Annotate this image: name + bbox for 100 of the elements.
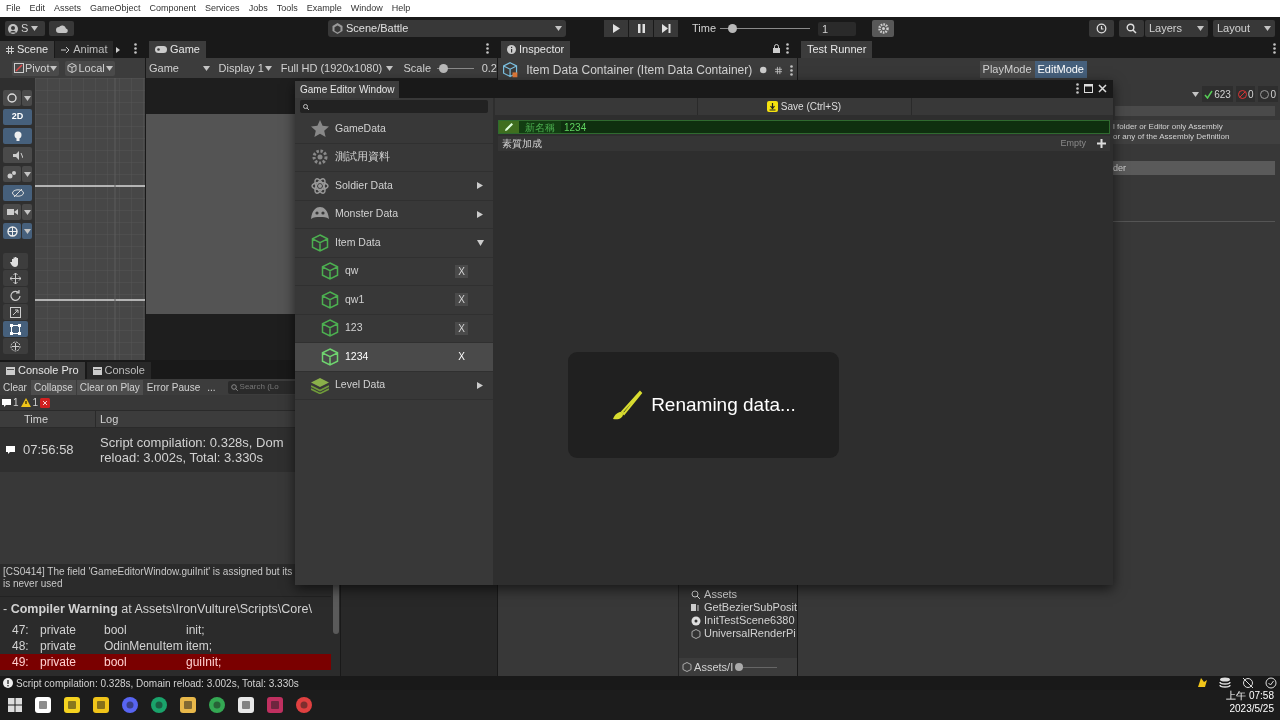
dropdown-button[interactable] — [22, 90, 32, 106]
layout-dropdown[interactable]: Layout — [1213, 20, 1275, 37]
game-option-dropdown[interactable]: Full HD (1920x1080) — [277, 59, 397, 77]
menu-item[interactable]: Level Data — [295, 371, 493, 400]
scene-tool-button[interactable]: 2D — [3, 109, 32, 125]
dropdown-button[interactable] — [22, 166, 32, 182]
menu-item[interactable]: Services — [205, 1, 240, 16]
caret-icon — [23, 209, 31, 215]
menu-item[interactable]: Tools — [276, 1, 298, 16]
network-off-icon — [1242, 677, 1254, 689]
scene-tool-button[interactable] — [3, 304, 28, 320]
menu-item[interactable]: Component — [149, 1, 197, 16]
time-field[interactable]: 1 — [818, 21, 857, 36]
help-message: or any of the Assembly Definition — [1113, 132, 1231, 142]
panel-tab[interactable]: Scene — [0, 41, 55, 58]
menu-item[interactable]: Monster Data — [295, 200, 493, 229]
game-option-dropdown[interactable]: Display 1 — [215, 59, 275, 77]
console-toggle-button[interactable]: Clear on Play — [76, 379, 143, 395]
folder-field[interactable]: der — [1113, 161, 1275, 175]
failed-icon — [1237, 89, 1247, 99]
panel-tab[interactable]: Test Runner — [801, 41, 873, 58]
alert-icon — [3, 678, 13, 688]
app-icon — [296, 697, 312, 713]
panel-tab[interactable]: Inspector — [501, 41, 571, 58]
menu-item[interactable]: 測試用資料 — [295, 143, 493, 172]
menu-item[interactable]: GameData — [295, 115, 493, 144]
account-icon — [8, 23, 18, 34]
panel-tab[interactable]: Game — [149, 41, 206, 58]
remove-button[interactable]: X — [455, 321, 468, 335]
scene-tool-button[interactable] — [3, 128, 32, 144]
scene-tool-button[interactable] — [3, 253, 28, 269]
step-button[interactable] — [654, 20, 678, 37]
remove-button[interactable]: X — [455, 293, 468, 307]
layers-dropdown[interactable]: Layers — [1145, 20, 1208, 37]
menu-item[interactable]: qw1 X — [295, 286, 493, 315]
local-dropdown[interactable]: Local — [65, 60, 115, 76]
add-button[interactable] — [1096, 138, 1106, 149]
more-icon — [1273, 43, 1276, 54]
scene-tool-button[interactable] — [3, 147, 32, 163]
window-tab[interactable]: Game Editor Window — [295, 81, 400, 98]
account-button[interactable]: S — [5, 21, 45, 36]
remove-button[interactable]: X — [455, 264, 468, 278]
menu-item[interactable]: Item Data — [295, 229, 493, 258]
log-message: Script compilation: 0.328s, Dom — [100, 435, 284, 450]
scene-tool-button[interactable] — [3, 204, 21, 220]
scene-dropdown[interactable]: Scene/Battle — [328, 20, 566, 37]
app-icon — [64, 697, 80, 713]
panel-tab[interactable]: Console Pro — [0, 362, 85, 379]
scene-tool-button[interactable] — [3, 166, 21, 182]
game-option-dropdown[interactable]: Game — [146, 59, 213, 77]
scene-tool-button[interactable] — [3, 270, 28, 286]
panel-tab[interactable]: Animat — [55, 41, 114, 58]
scene-tool-button[interactable] — [3, 321, 28, 337]
inspector-title: Item Data Container (Item Data Container) — [526, 62, 753, 79]
menu-item[interactable]: qw X — [295, 257, 493, 286]
search-field[interactable] — [300, 100, 488, 113]
panel-tab[interactable]: Console — [86, 362, 151, 379]
gear-icon — [311, 148, 329, 167]
app-icon — [209, 697, 225, 713]
menu-item[interactable]: GameObject — [90, 1, 141, 16]
scene-tool-button[interactable] — [3, 338, 28, 354]
scene-tool-button[interactable] — [3, 223, 21, 239]
cloud-button[interactable] — [49, 21, 74, 36]
menu-item[interactable]: Jobs — [248, 1, 268, 16]
menu-item[interactable]: Help — [391, 1, 411, 16]
scene-tool-button[interactable] — [3, 90, 21, 106]
search-field[interactable] — [1115, 106, 1275, 116]
caret-icon — [1197, 26, 1204, 31]
message-icon — [6, 446, 15, 454]
menu-item[interactable]: 1234 X — [295, 343, 493, 372]
warning-detail: [CS0414] The field 'GameEditorWindow.guiInit' is assigned but its — [3, 566, 294, 578]
play-button[interactable] — [604, 20, 628, 37]
console-toggle-button[interactable]: Collapse — [30, 379, 76, 395]
history-button[interactable] — [1089, 20, 1114, 37]
time-slider[interactable] — [720, 24, 811, 33]
scene-tool-button[interactable] — [3, 185, 32, 201]
scene-tool-button[interactable] — [3, 287, 28, 303]
caret-icon — [386, 65, 394, 71]
compiler-warning-link[interactable]: - Compiler Warning at Assets\IronVulture\Scripts\Core\ — [0, 597, 331, 622]
warning-detail: is never used — [3, 578, 64, 590]
list-label: 素質加成 — [502, 137, 543, 151]
code-line: 48: private OdinMenuItem item; — [11, 637, 213, 654]
menu-item[interactable]: Assets — [54, 1, 82, 16]
scale-slider[interactable] — [437, 63, 474, 73]
dropdown-button[interactable] — [22, 204, 32, 220]
mode-tab[interactable]: EditMode — [1034, 60, 1087, 78]
zoom-slider[interactable] — [735, 662, 778, 672]
pause-button[interactable] — [629, 20, 653, 37]
keyframe-icon — [61, 45, 71, 54]
dropdown-button[interactable] — [22, 223, 32, 239]
menu-item[interactable]: Example — [306, 1, 342, 16]
menu-item[interactable]: Edit — [29, 1, 46, 16]
search-button[interactable] — [1119, 20, 1144, 37]
menu-item[interactable]: File — [6, 1, 21, 16]
pivot-dropdown[interactable]: Pivot — [12, 60, 60, 76]
settings-button[interactable] — [872, 20, 895, 37]
menu-item[interactable]: Soldier Data — [295, 172, 493, 201]
menu-item[interactable]: Window — [350, 1, 383, 16]
history-icon — [1096, 23, 1107, 34]
mode-tab[interactable]: PlayMode — [979, 60, 1035, 78]
